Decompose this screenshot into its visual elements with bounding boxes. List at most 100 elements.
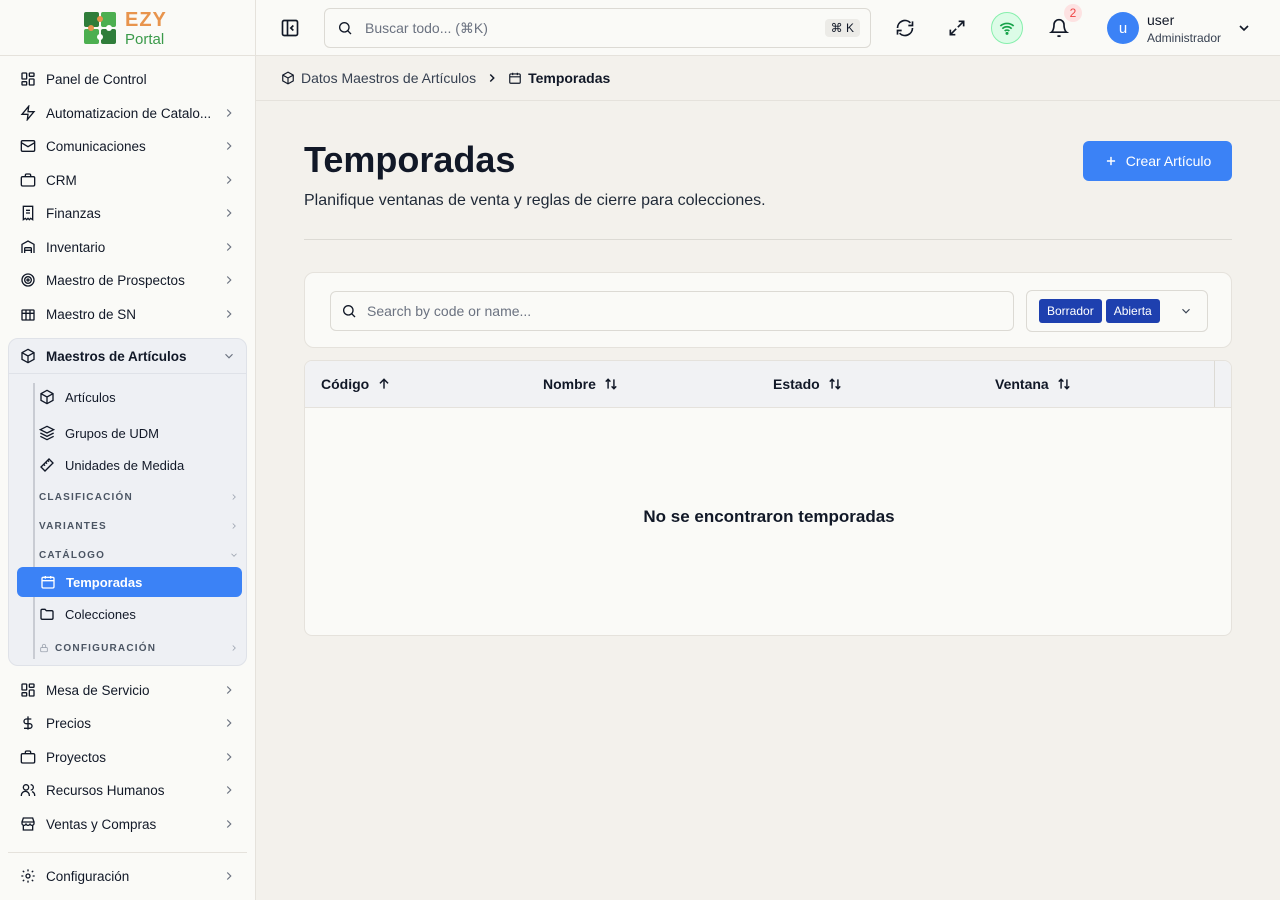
topbar: Buscar todo... (⌘K) ⌘ K 2 u user Adminis…	[256, 0, 1280, 56]
sidebar-item-label: Comunicaciones	[46, 138, 146, 154]
category-catalogo[interactable]: CATÁLOGO	[39, 546, 239, 564]
category-variantes[interactable]: VARIANTES	[39, 517, 239, 535]
sidebar-item-label: Precios	[46, 715, 92, 731]
create-article-button[interactable]: Crear Artículo	[1083, 141, 1232, 181]
chevron-right-icon	[222, 750, 236, 764]
logo[interactable]: EZY Portal	[0, 0, 255, 56]
sidebar-item-ventas-y-compras[interactable]: Ventas y Compras	[8, 809, 246, 839]
box-icon	[20, 348, 36, 364]
column-header-ventana[interactable]: Ventana	[995, 361, 1071, 407]
sidebar-item-panel-de-control[interactable]: Panel de Control	[8, 64, 246, 94]
sidebar-item-finanzas[interactable]: Finanzas	[8, 198, 246, 228]
sidebar-item-maestro-de-sn[interactable]: Maestro de SN	[8, 299, 246, 329]
sort-ascending-icon	[377, 377, 391, 391]
chevron-right-icon	[222, 869, 236, 883]
sidebar-item-colecciones[interactable]: Colecciones	[37, 599, 243, 629]
sidebar-item-label: Finanzas	[46, 205, 101, 221]
header-divider	[304, 239, 1232, 240]
sidebar-item-unidades-de-medida[interactable]: Unidades de Medida	[37, 450, 243, 480]
category-label: CLASIFICACIÓN	[39, 491, 133, 503]
column-header-nombre[interactable]: Nombre	[543, 361, 618, 407]
sidebar-item-automatizacion[interactable]: Automatizacion de Catalo...	[8, 98, 246, 128]
category-label: CATÁLOGO	[39, 549, 106, 561]
breadcrumb-current: Temporadas	[528, 70, 611, 86]
grid-icon	[20, 682, 36, 698]
chevron-right-icon	[222, 716, 236, 730]
search-placeholder: Buscar todo... (⌘K)	[365, 19, 488, 36]
sidebar-item-grupos-de-udm[interactable]: Grupos de UDM	[37, 418, 243, 448]
breadcrumb: Datos Maestros de Artículos Temporadas	[256, 56, 1280, 101]
filter-card: Search by code or name... Borrador Abier…	[304, 272, 1232, 348]
sidebar-item-label: Automatizacion de Catalo...	[46, 105, 212, 121]
category-clasificacion[interactable]: CLASIFICACIÓN	[39, 488, 239, 506]
chevron-right-icon	[222, 273, 236, 287]
connection-status-icon[interactable]	[991, 12, 1023, 44]
building-icon	[20, 306, 36, 322]
layers-icon	[39, 425, 55, 441]
puzzle-logo-icon	[80, 8, 120, 48]
sidebar-item-precios[interactable]: Precios	[8, 708, 246, 738]
sidebar-toggle-icon[interactable]	[278, 16, 302, 40]
shortcut-hint: ⌘ K	[824, 19, 860, 37]
sidebar-item-inventario[interactable]: Inventario	[8, 232, 246, 262]
status-chip-borrador[interactable]: Borrador	[1039, 299, 1102, 323]
lock-icon	[39, 643, 49, 653]
logo-brand: EZY	[125, 9, 167, 31]
sidebar-item-temporadas[interactable]: Temporadas	[17, 567, 242, 597]
sort-icon	[828, 377, 842, 391]
notification-badge: 2	[1064, 4, 1082, 22]
search-icon	[341, 303, 357, 319]
column-label: Estado	[773, 376, 820, 392]
sidebar-item-mesa-de-servicio[interactable]: Mesa de Servicio	[8, 675, 246, 705]
sidebar-item-configuracion[interactable]: Configuración	[8, 861, 246, 891]
status-filter-select[interactable]: Borrador Abierta	[1026, 290, 1208, 332]
logo-product: Portal	[125, 31, 165, 48]
calendar-icon	[508, 71, 522, 85]
dollar-icon	[20, 715, 36, 731]
refresh-icon[interactable]	[893, 16, 917, 40]
category-label: VARIANTES	[39, 520, 107, 532]
briefcase-icon	[20, 172, 36, 188]
page-subtitle: Planifique ventanas de venta y reglas de…	[304, 192, 766, 209]
briefcase-icon	[20, 749, 36, 765]
sidebar-item-label: Maestro de SN	[46, 306, 137, 322]
sidebar-item-crm[interactable]: CRM	[8, 165, 246, 195]
sidebar-item-label: Proyectos	[46, 749, 107, 765]
column-header-codigo[interactable]: Código	[321, 361, 391, 407]
user-role: Administrador	[1147, 31, 1222, 45]
sidebar-item-maestro-de-prospectos[interactable]: Maestro de Prospectos	[8, 265, 246, 295]
search-placeholder: Search by code or name...	[367, 303, 532, 319]
chevron-right-icon	[229, 643, 239, 653]
logo-text: EZY Portal	[125, 10, 167, 47]
page-title: Temporadas	[304, 139, 516, 180]
plus-icon	[1104, 154, 1118, 168]
create-article-label: Crear Artículo	[1125, 153, 1212, 169]
ruler-icon	[39, 457, 55, 473]
breadcrumb-parent[interactable]: Datos Maestros de Artículos	[301, 70, 476, 86]
column-divider	[1214, 361, 1215, 407]
sidebar-group-label: Maestros de Artículos	[46, 348, 187, 364]
calendar-icon	[40, 574, 56, 590]
chevron-down-icon[interactable]	[1232, 16, 1256, 40]
column-header-estado[interactable]: Estado	[773, 361, 842, 407]
sidebar-item-label: Colecciones	[65, 606, 136, 622]
global-search-input[interactable]: Buscar todo... (⌘K) ⌘ K	[324, 8, 871, 48]
sidebar-item-recursos-humanos[interactable]: Recursos Humanos	[8, 775, 246, 805]
table-search-input[interactable]: Search by code or name...	[330, 291, 1014, 331]
box-icon	[281, 71, 295, 85]
user-name[interactable]: user	[1147, 12, 1174, 28]
sidebar-item-proyectos[interactable]: Proyectos	[8, 742, 246, 772]
sidebar-group-header[interactable]: Maestros de Artículos	[9, 339, 246, 374]
sidebar-group-maestros-de-articulos: Maestros de Artículos Artículos Grupos d…	[8, 338, 247, 666]
category-label: CONFIGURACIÓN	[55, 642, 157, 654]
sidebar-item-articulos[interactable]: Artículos	[37, 382, 243, 412]
users-icon	[20, 782, 36, 798]
status-chip-abierta[interactable]: Abierta	[1105, 299, 1160, 323]
sort-icon	[1057, 377, 1071, 391]
chevron-down-icon	[1179, 304, 1193, 318]
avatar[interactable]: u	[1107, 12, 1139, 44]
category-configuracion[interactable]: CONFIGURACIÓN	[39, 639, 239, 657]
fullscreen-icon[interactable]	[945, 16, 969, 40]
chevron-right-icon	[222, 783, 236, 797]
sidebar-item-comunicaciones[interactable]: Comunicaciones	[8, 131, 246, 161]
